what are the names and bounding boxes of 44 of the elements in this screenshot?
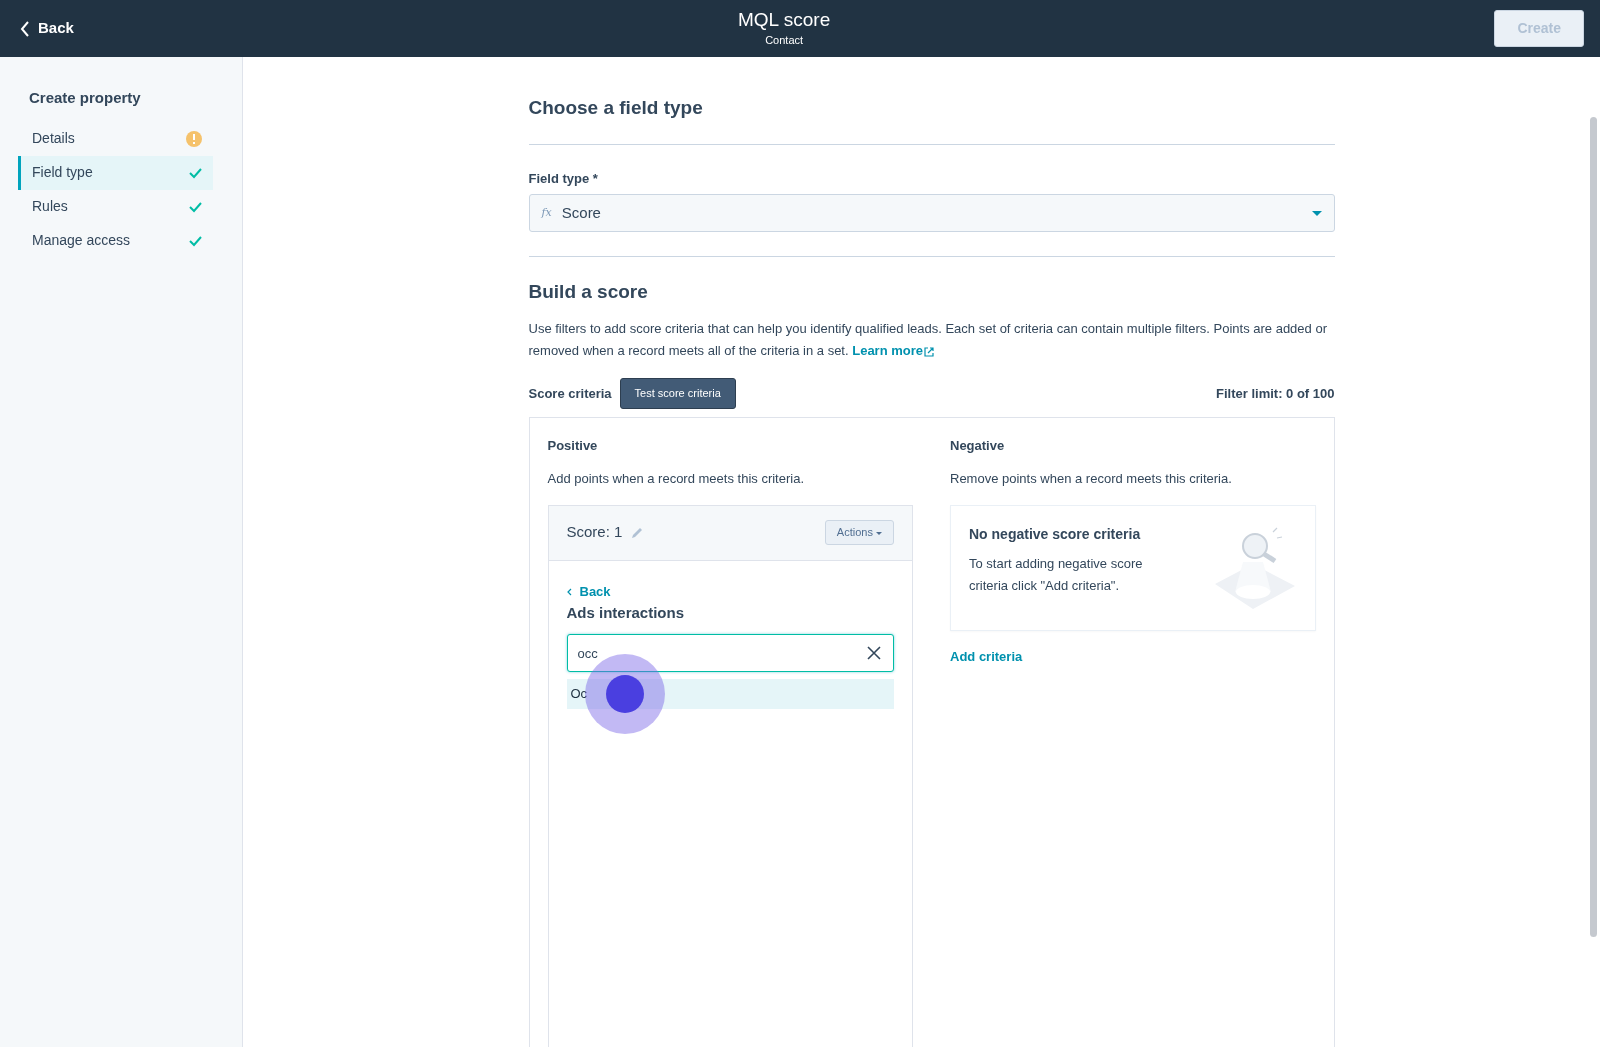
- back-link[interactable]: Back: [566, 581, 611, 602]
- column-heading: Positive: [547, 436, 599, 455]
- criteria-label: Score criteria: [528, 384, 612, 403]
- empty-state-title: No negative score criteria: [969, 524, 1142, 544]
- step-label: Manage access: [32, 231, 131, 250]
- step-label: Field type: [32, 163, 93, 182]
- sidebar-item[interactable]: Rules: [18, 189, 213, 224]
- sidebar-item[interactable]: Details: [18, 121, 213, 156]
- page-subtitle: Contact: [764, 32, 805, 48]
- back-button[interactable]: Back: [20, 17, 74, 40]
- pencil-icon: [630, 525, 645, 540]
- empty-state-text: To start adding negative score criteria click "Add criteria".: [969, 554, 1144, 595]
- chevron-left-icon: [20, 20, 30, 37]
- dropdown-option[interactable]: Oc: [566, 679, 894, 710]
- filter-limit: Filter limit: 0 of 100: [1216, 384, 1335, 403]
- function-icon: fx: [541, 205, 552, 222]
- chevron-left-icon: [566, 587, 572, 596]
- sidebar-item[interactable]: Field type: [18, 155, 213, 190]
- section-heading: Build a score: [528, 281, 649, 305]
- section-heading: Choose a field type: [528, 97, 704, 120]
- step-label: Rules: [32, 197, 68, 216]
- field-label: Field type *: [528, 169, 599, 188]
- learn-more-link[interactable]: Learn more: [852, 343, 924, 359]
- description-text: Use filters to add score criteria that can help you identify qualified leads. Each set of criteria can contain multiple filters. Points are added or removed when a record meets all of the criteria in a set. Learn more: [528, 320, 1328, 361]
- field-type-select[interactable]: fx Score: [528, 194, 1335, 233]
- score-title: Score: 1: [566, 522, 623, 543]
- column-heading: Negative: [950, 436, 1006, 455]
- search-field[interactable]: occ: [566, 634, 894, 673]
- actions-button[interactable]: Actions: [824, 520, 894, 545]
- page-title: MQL score: [738, 8, 831, 32]
- sidebar-item[interactable]: Manage access: [18, 223, 213, 258]
- scrollbar[interactable]: [1590, 117, 1597, 937]
- select-value: Score: [561, 203, 602, 224]
- sidebar-title: Create property: [29, 88, 142, 108]
- external-link-icon: [923, 345, 936, 358]
- clear-icon[interactable]: [867, 646, 881, 661]
- step-label: Details: [32, 129, 75, 148]
- dropdown-caret-icon: [1311, 210, 1322, 216]
- column-description: Add points when a record meets this criteria.: [547, 470, 805, 489]
- caret-icon: [876, 531, 882, 535]
- add-criteria-link[interactable]: Add criteria: [950, 646, 1023, 667]
- test-button[interactable]: Test score criteria: [619, 378, 736, 409]
- group-title: Ads interactions: [566, 602, 686, 623]
- column-description: Remove points when a record meets this criteria.: [950, 470, 1233, 489]
